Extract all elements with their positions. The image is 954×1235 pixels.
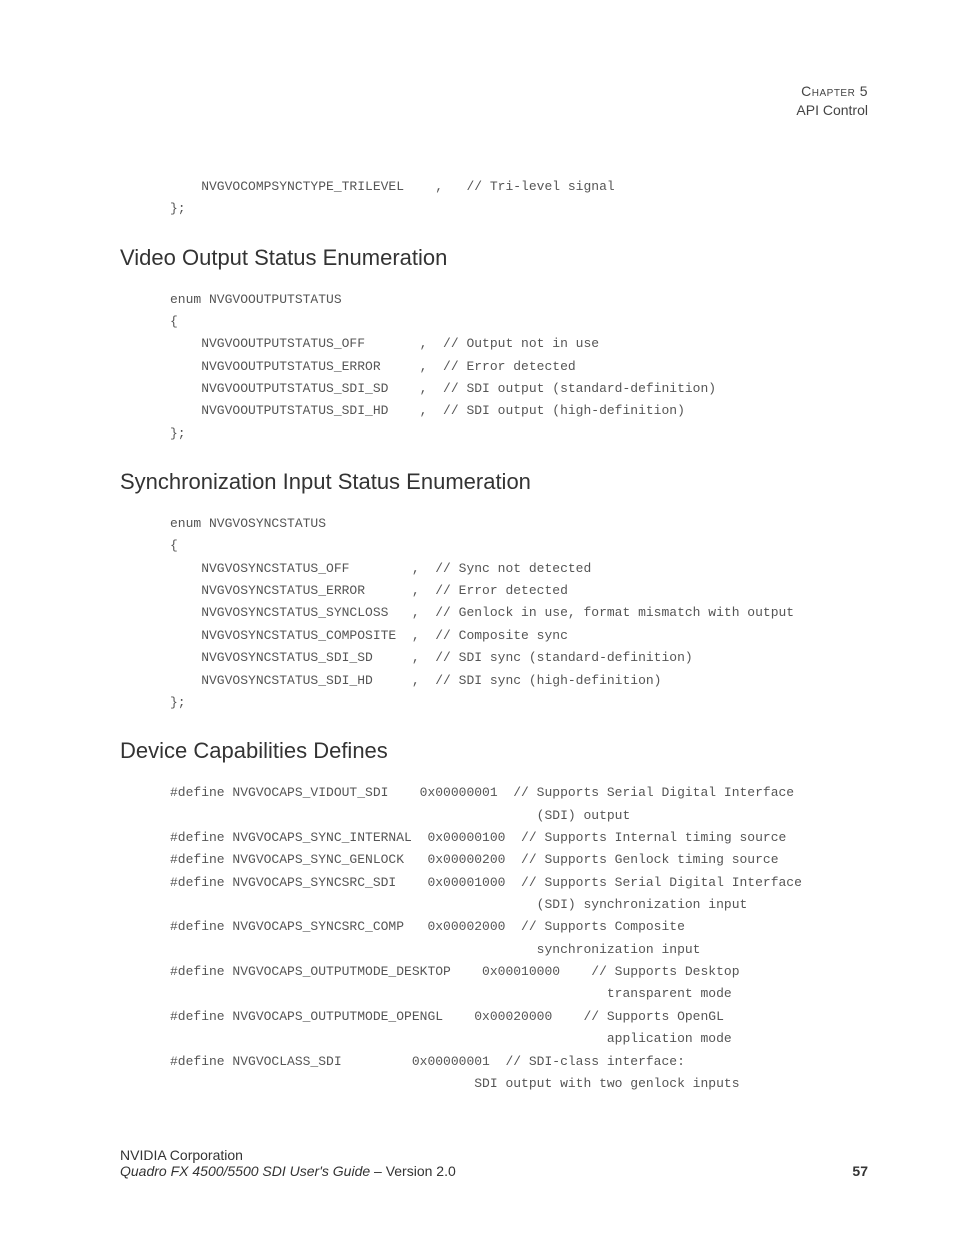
- section-heading-device-caps: Device Capabilities Defines: [120, 738, 874, 764]
- code-sync-status-enum: enum NVGVOSYNCSTATUS { NVGVOSYNCSTATUS_O…: [170, 513, 874, 714]
- section-heading-sync-status: Synchronization Input Status Enumeration: [120, 469, 874, 495]
- section-heading-output-status: Video Output Status Enumeration: [120, 245, 874, 271]
- code-fragment-top: NVGVOCOMPSYNCTYPE_TRILEVEL , // Tri-leve…: [170, 176, 874, 221]
- chapter-subtitle: API Control: [796, 102, 868, 118]
- code-device-caps-defines: #define NVGVOCAPS_VIDOUT_SDI 0x00000001 …: [170, 782, 874, 1095]
- page-header: Chapter 5 API Control: [120, 82, 874, 120]
- page-footer: NVIDIA Corporation Quadro FX 4500/5500 S…: [120, 1147, 874, 1179]
- code-output-status-enum: enum NVGVOOUTPUTSTATUS { NVGVOOUTPUTSTAT…: [170, 289, 874, 446]
- chapter-label: Chapter 5: [801, 83, 868, 99]
- footer-version: – Version 2.0: [370, 1163, 456, 1179]
- page-content: Chapter 5 API Control NVGVOCOMPSYNCTYPE_…: [0, 0, 954, 1095]
- footer-corporation: NVIDIA Corporation: [120, 1147, 874, 1163]
- footer-doc-title: Quadro FX 4500/5500 SDI User's Guide: [120, 1163, 370, 1179]
- footer-page-number: 57: [852, 1163, 868, 1179]
